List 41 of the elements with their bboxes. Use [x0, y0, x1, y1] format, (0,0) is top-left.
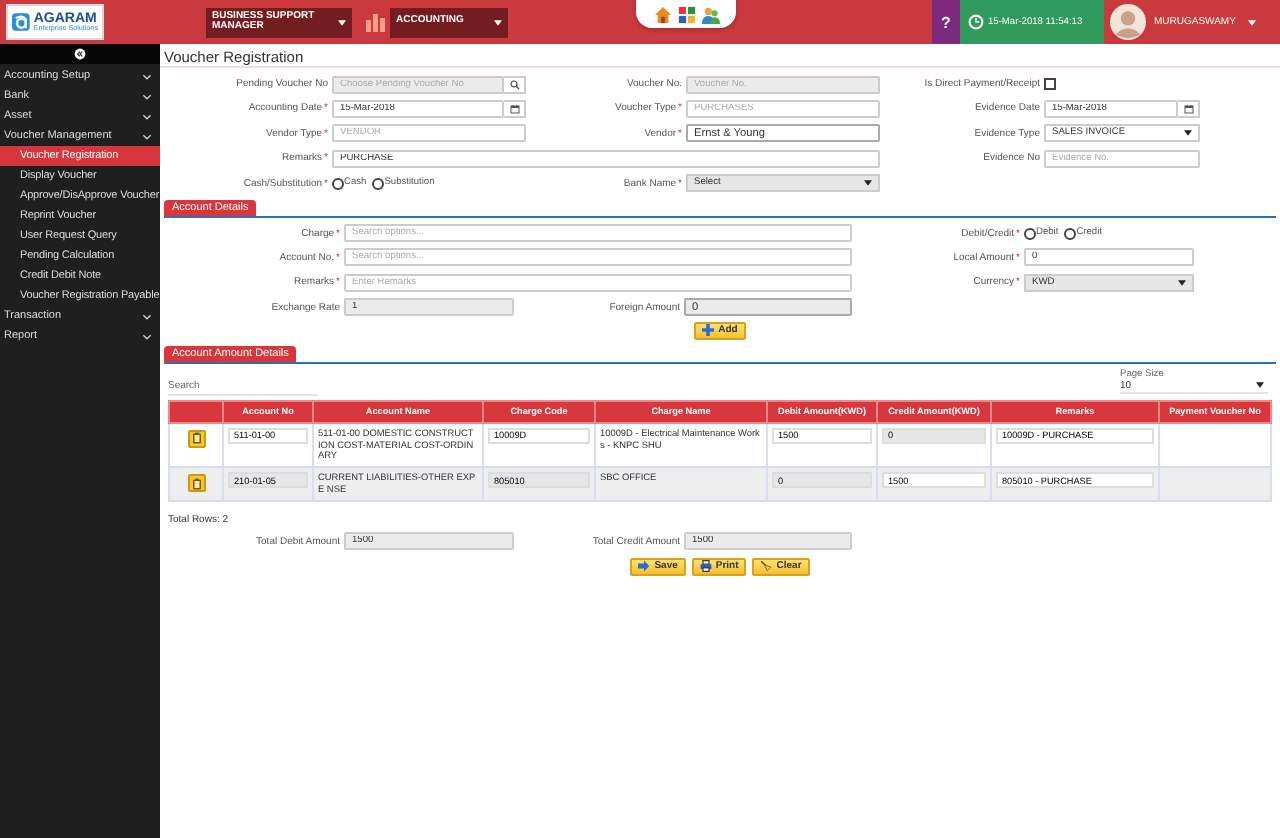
collapse-icon[interactable]: [74, 48, 86, 60]
calendar-icon: [509, 103, 519, 114]
avatar-icon: [1110, 4, 1146, 40]
help-button[interactable]: ?: [932, 0, 960, 44]
calendar-icon: [1183, 103, 1193, 114]
people-icon[interactable]: [701, 6, 719, 24]
arrow-icon: [638, 560, 651, 573]
caret-icon: [1178, 279, 1186, 286]
printer-icon: [699, 560, 712, 573]
chevron-down-icon: [142, 333, 152, 339]
clipboard-icon: [191, 432, 201, 445]
chevron-down-icon: [142, 93, 152, 99]
chevron-down-icon: [142, 313, 152, 319]
search-button[interactable]: [504, 75, 526, 93]
clipboard-icon: [191, 477, 201, 490]
bar-chart-icon: [366, 12, 386, 32]
home-icon[interactable]: [653, 6, 671, 24]
grid-icon[interactable]: [677, 6, 695, 24]
clipboard-button[interactable]: [187, 474, 205, 493]
caret-icon: [1256, 382, 1264, 389]
chevron-down-icon: [142, 73, 152, 79]
caret-icon: [1184, 130, 1192, 137]
chevron-down-icon: [142, 113, 152, 119]
checkbox[interactable]: [1044, 78, 1056, 90]
clock-icon: [968, 14, 984, 30]
caret-icon: [1247, 19, 1256, 25]
plus-icon: [702, 324, 715, 337]
caret-icon: [338, 19, 346, 25]
radio-button[interactable]: [372, 177, 385, 190]
search-icon: [509, 79, 519, 89]
radio-button[interactable]: [1064, 227, 1077, 240]
clipboard-button[interactable]: [187, 429, 205, 448]
radio-button[interactable]: [1024, 227, 1036, 240]
radio-button[interactable]: [332, 177, 344, 190]
broom-icon: [760, 560, 773, 573]
caret-icon: [864, 180, 872, 187]
logo-icon: [12, 12, 30, 32]
caret-icon: [494, 19, 502, 25]
calendar-button[interactable]: [504, 99, 526, 118]
calendar-button[interactable]: [1178, 99, 1200, 118]
chevron-down-icon: [142, 133, 152, 139]
